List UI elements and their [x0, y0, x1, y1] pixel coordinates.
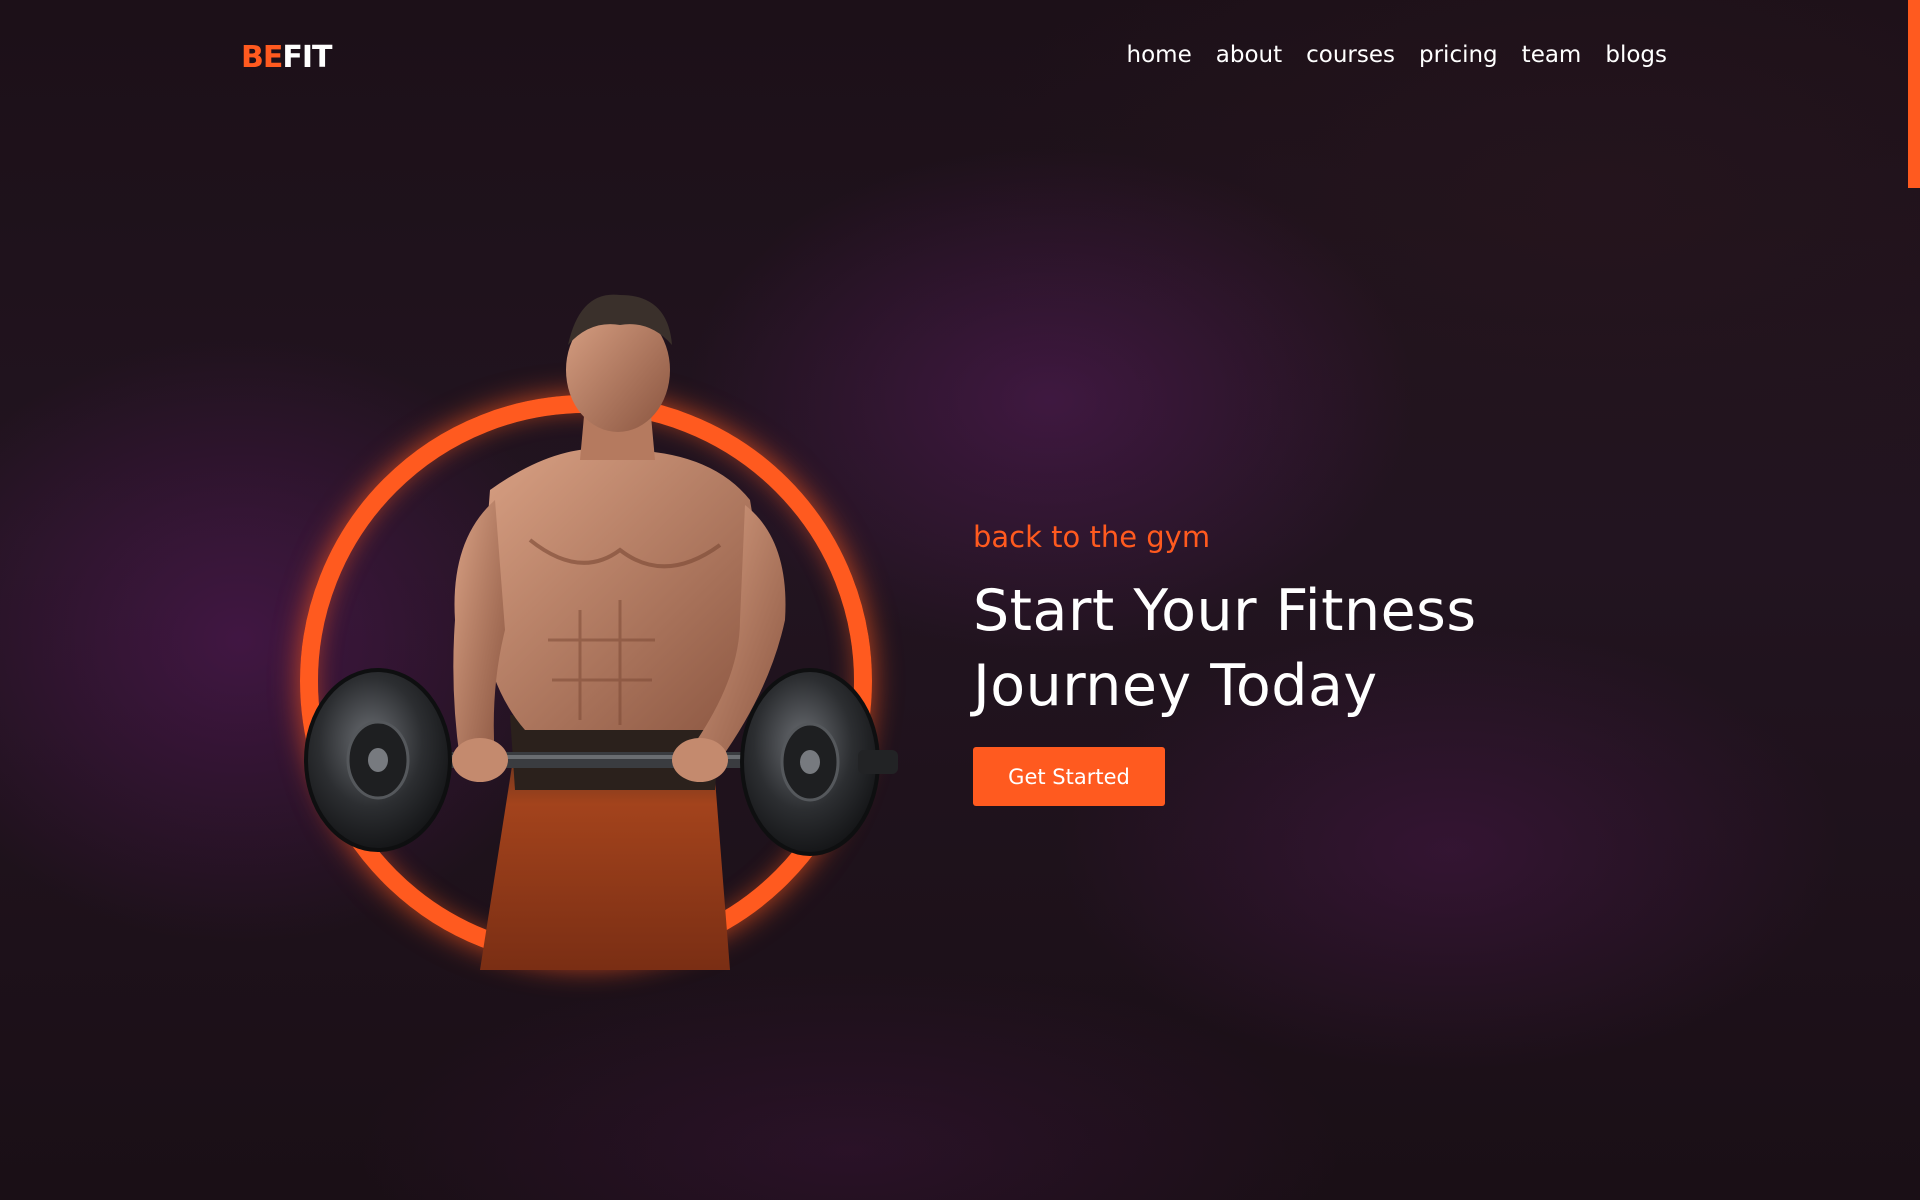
hero-image	[290, 290, 910, 1010]
nav-item-team[interactable]: team	[1522, 42, 1582, 68]
get-started-button[interactable]: Get Started	[973, 747, 1165, 806]
nav-item-courses[interactable]: courses	[1306, 42, 1395, 68]
brand-logo[interactable]: BEFIT	[241, 40, 332, 75]
hero-headline: Start Your Fitness Journey Today	[973, 574, 1477, 724]
logo-part-be: BE	[241, 40, 283, 75]
nav-item-pricing[interactable]: pricing	[1419, 42, 1498, 68]
nav-item-about[interactable]: about	[1216, 42, 1282, 68]
nav-item-home[interactable]: home	[1127, 42, 1192, 68]
hero-eyebrow: back to the gym	[973, 520, 1211, 554]
hero-content: back to the gym Start Your Fitness Journ…	[973, 520, 1477, 806]
hero-page: BEFIT home about courses pricing team bl…	[0, 0, 1920, 1200]
main-nav: home about courses pricing team blogs	[1127, 42, 1667, 68]
athlete-illustration	[304, 294, 898, 970]
nav-item-blogs[interactable]: blogs	[1605, 42, 1667, 68]
headline-line-2: Journey Today	[973, 653, 1378, 719]
scrollbar-thumb[interactable]	[1908, 0, 1920, 188]
logo-part-fit: FIT	[282, 40, 332, 75]
headline-line-1: Start Your Fitness	[973, 578, 1477, 644]
